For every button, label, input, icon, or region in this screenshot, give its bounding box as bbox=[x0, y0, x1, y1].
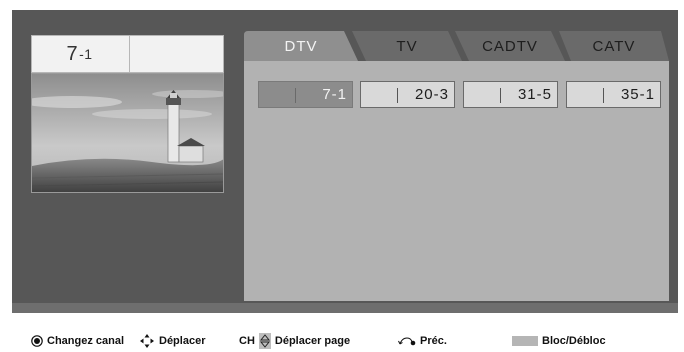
help-block-label: Bloc/Débloc bbox=[542, 335, 606, 347]
help-bar: Changez canal Déplacer CH Déplacer page … bbox=[0, 333, 684, 351]
channel-item[interactable]: 20-3 bbox=[360, 81, 455, 108]
channel-divider bbox=[500, 88, 501, 103]
channel-number: 20-3 bbox=[414, 86, 449, 103]
channel-item[interactable]: 7-1 bbox=[258, 81, 353, 108]
channel-up-down-icon bbox=[258, 333, 271, 349]
tab-dtv-label: DTV bbox=[284, 37, 318, 55]
tab-cadtv[interactable]: CADTV bbox=[455, 31, 565, 61]
help-move-label: Déplacer bbox=[159, 335, 206, 347]
tab-tv[interactable]: TV bbox=[352, 31, 462, 61]
help-change-channel-label: Changez canal bbox=[47, 335, 125, 347]
channel-divider bbox=[603, 88, 604, 103]
help-move-page: CH Déplacer page bbox=[239, 333, 350, 349]
preview-image bbox=[31, 73, 224, 193]
help-previous-label: Préc. bbox=[420, 335, 447, 347]
gray-key-icon bbox=[512, 336, 538, 346]
preview-channel-sub: -1 bbox=[79, 46, 93, 62]
preview-channel-header: 7 -1 bbox=[31, 35, 224, 73]
channel-divider bbox=[295, 88, 296, 103]
bottom-strip bbox=[12, 303, 678, 313]
help-move-page-label: Déplacer page bbox=[274, 335, 351, 347]
channel-item[interactable]: 31-5 bbox=[463, 81, 558, 108]
channel-number: 31-5 bbox=[517, 86, 552, 103]
lighthouse-picture bbox=[32, 74, 223, 192]
preview-divider bbox=[129, 36, 130, 72]
help-previous: Préc. bbox=[398, 333, 447, 349]
help-move: Déplacer bbox=[139, 333, 205, 349]
arrows-icon bbox=[140, 334, 154, 348]
tab-cadtv-label: CADTV bbox=[482, 37, 538, 55]
tab-catv-label: CATV bbox=[592, 37, 636, 55]
preview-channel-main: 7 bbox=[66, 42, 79, 65]
tab-tv-label: TV bbox=[396, 37, 418, 55]
channel-divider bbox=[397, 88, 398, 103]
channel-number: 7-1 bbox=[322, 86, 347, 103]
help-ch-prefix: CH bbox=[239, 335, 255, 347]
ok-button-icon bbox=[31, 335, 43, 347]
tab-dtv[interactable]: DTV bbox=[244, 31, 358, 61]
help-change-channel: Changez canal bbox=[31, 333, 124, 349]
channel-number: 35-1 bbox=[620, 86, 655, 103]
back-icon bbox=[398, 337, 416, 346]
help-block: Bloc/Débloc bbox=[512, 333, 606, 349]
channel-item[interactable]: 35-1 bbox=[566, 81, 661, 108]
tab-catv[interactable]: CATV bbox=[559, 31, 669, 61]
preview-channel-number: 7 -1 bbox=[32, 36, 127, 72]
